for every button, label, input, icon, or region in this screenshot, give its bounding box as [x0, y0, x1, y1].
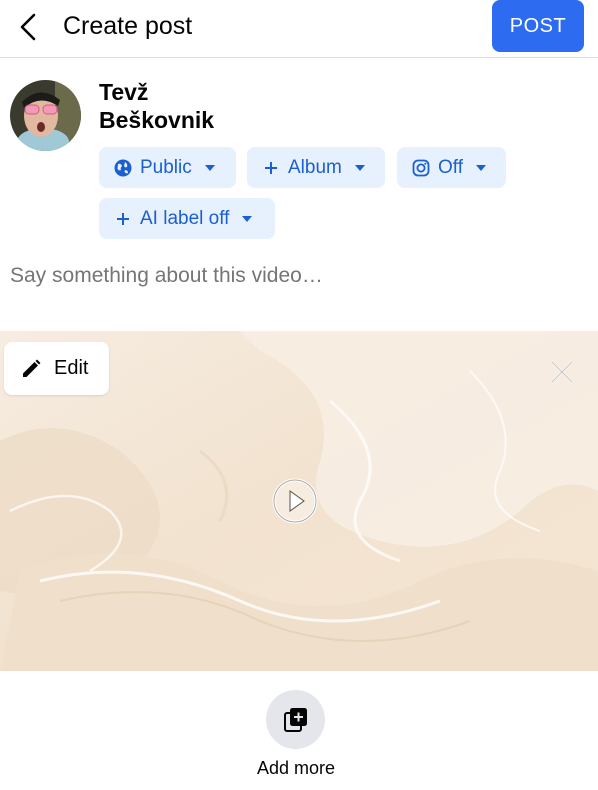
instagram-icon	[411, 158, 431, 178]
chevron-down-icon	[476, 164, 486, 171]
pencil-icon	[20, 358, 42, 380]
user-last-name: Beškovnik	[99, 107, 215, 133]
header-bar: Create post POST	[0, 0, 598, 58]
close-icon	[550, 360, 574, 384]
edit-button[interactable]: Edit	[4, 342, 109, 395]
globe-icon	[113, 158, 133, 178]
user-first-name: Tevž	[99, 79, 149, 105]
chevron-down-icon	[242, 215, 253, 222]
add-more-label: Add more	[256, 758, 336, 778]
album-chip[interactable]: Album	[247, 147, 385, 188]
chevron-down-icon	[354, 164, 365, 171]
chevron-down-icon	[204, 164, 215, 171]
edit-label: Edit	[54, 357, 89, 379]
back-button[interactable]	[12, 10, 44, 44]
play-icon	[272, 478, 318, 524]
ai-label-chip[interactable]: AI label off	[99, 198, 275, 239]
caption-input[interactable]	[10, 264, 588, 288]
back-arrow-icon	[20, 13, 36, 41]
instagram-share-chip[interactable]: Off	[397, 147, 506, 188]
album-label: Album	[288, 156, 342, 178]
ai-label-label: AI label off	[140, 207, 230, 229]
audience-public-label: Public	[140, 156, 192, 178]
post-button[interactable]: POST	[492, 0, 584, 52]
play-button[interactable]	[271, 477, 319, 525]
audience-public-chip[interactable]: Public	[99, 147, 236, 188]
avatar[interactable]	[10, 80, 81, 151]
plus-icon	[113, 209, 133, 229]
remove-media-button[interactable]	[545, 355, 579, 389]
user-name: Tevž Beškovnik	[99, 78, 214, 134]
instagram-share-label: Off	[438, 156, 463, 178]
add-media-icon	[283, 707, 307, 732]
page-title: Create post	[63, 12, 193, 40]
add-more-button[interactable]	[266, 690, 325, 749]
plus-icon	[261, 158, 281, 178]
